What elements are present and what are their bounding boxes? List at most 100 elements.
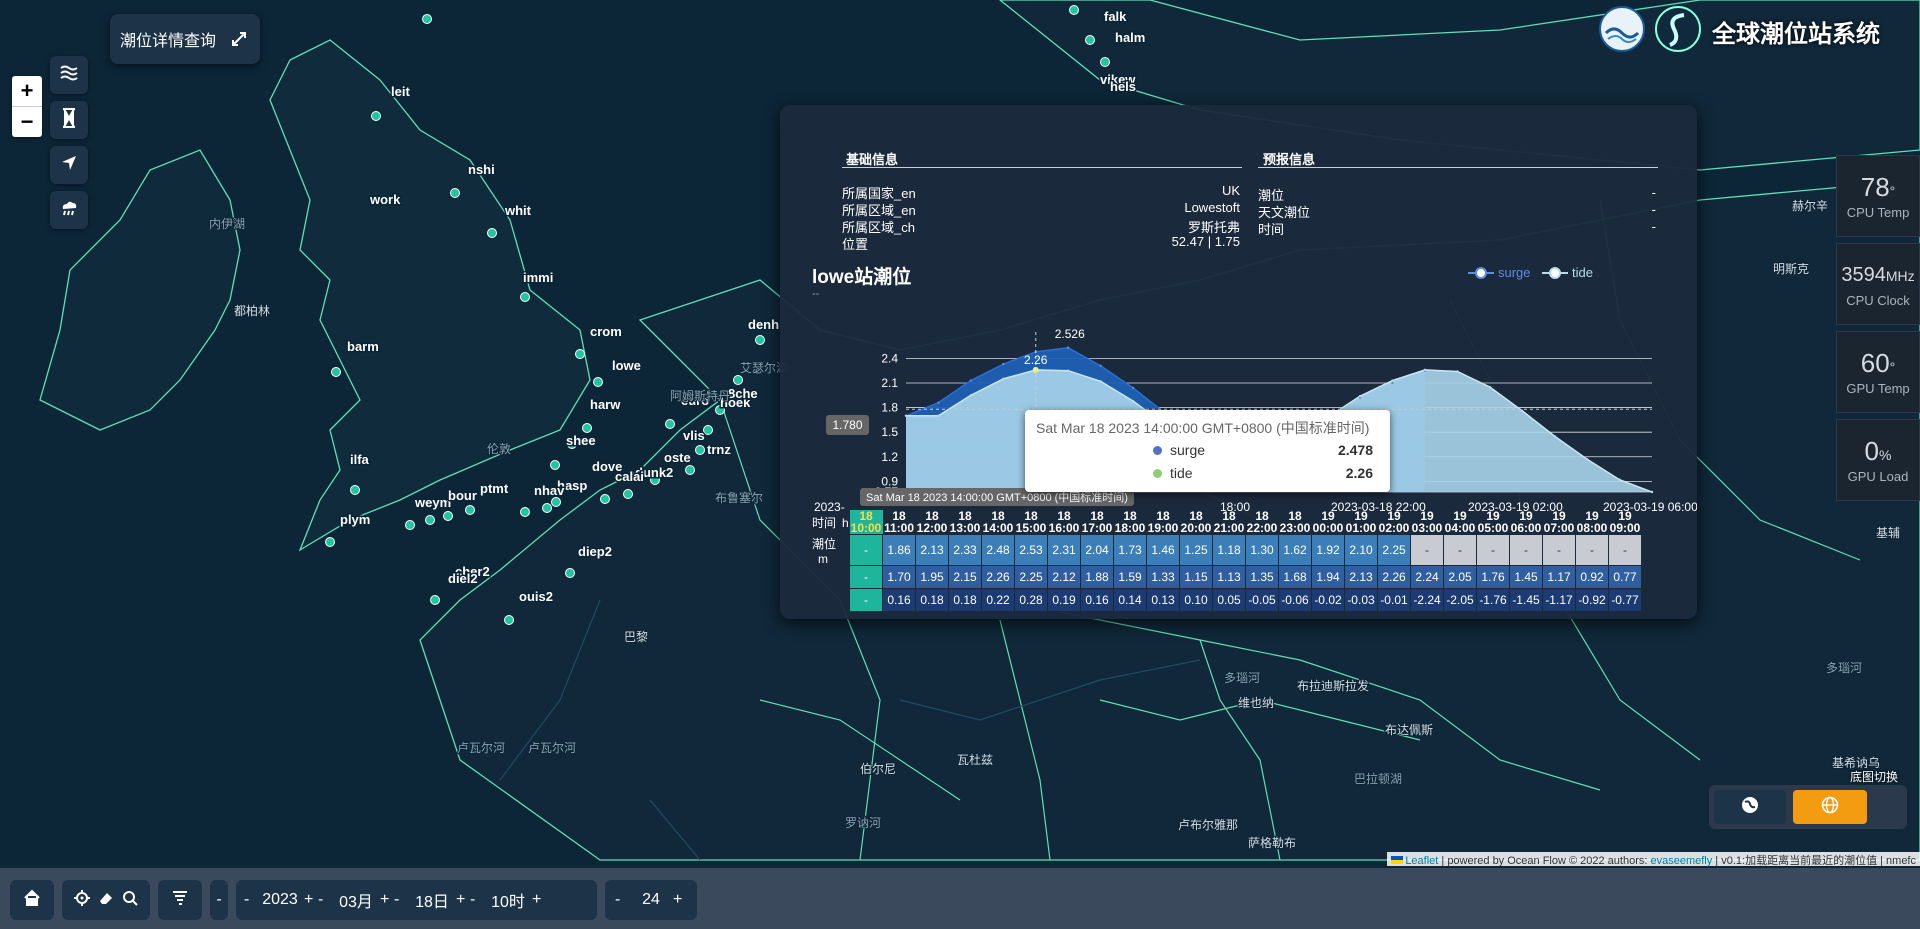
station-marker[interactable] [1100,57,1110,67]
station-marker[interactable] [425,515,435,525]
station-marker[interactable] [593,377,603,387]
station-marker[interactable] [1069,5,1079,15]
station-popup[interactable]: 基础信息 预报信息 所属国家_en UK 所属区域_en Lowestoft 所… [780,105,1697,619]
station-marker[interactable] [371,111,381,121]
hour-label: 02:00 [1378,521,1410,535]
month-minus-button[interactable]: - [318,891,332,909]
monitor-label: GPU Temp [1846,380,1910,396]
station-marker[interactable] [430,595,440,605]
eraser-icon[interactable] [98,890,114,911]
station-marker[interactable] [520,507,530,517]
station-marker[interactable] [755,335,765,345]
zoom-search-icon[interactable] [122,890,138,911]
hour-value[interactable]: 10时 [484,888,532,912]
legend-tide[interactable]: tide [1542,265,1593,280]
tide-value-cell: 2.25 [1014,565,1048,589]
tide-value-cell: 0.92 [1575,565,1609,589]
month-plus-button[interactable]: + [380,891,394,909]
range-plus-button[interactable]: + [673,891,687,909]
station-marker[interactable] [695,445,705,455]
brand: 全球潮位站系统 [1598,5,1880,56]
tide-value-cell: - [1476,534,1510,566]
monitor-label: CPU Temp [1846,204,1910,220]
tide-value-row: -0.16 0.18 0.18 0.22 0.28 0.19 0.16 0.14 0.13 0.1… [812,588,1642,612]
station-marker[interactable] [487,228,497,238]
tide-value-cell: 1.76 [1476,565,1510,589]
station-marker[interactable] [504,615,514,625]
station-marker[interactable] [331,367,341,377]
range-minus-button[interactable]: - [615,891,629,909]
time-header-cell: 19 01:00 [1345,510,1378,535]
y-tick-label: 2.4 [881,351,898,365]
station-marker[interactable] [405,520,415,530]
year-minus-button[interactable]: - [244,891,256,909]
station-marker[interactable] [443,511,453,521]
station-marker[interactable] [733,375,743,385]
hour-label: 11:00 [883,521,915,535]
station-marker[interactable] [575,349,585,359]
author-link[interactable]: evaseemefly [1650,855,1712,867]
station-label: shee [566,433,596,448]
station-marker[interactable] [325,537,335,547]
station-marker[interactable] [450,188,460,198]
basic-value: Lowestoft [1184,200,1240,215]
month-value[interactable]: 03月 [332,888,380,912]
time-button[interactable] [50,101,88,139]
range-value[interactable]: 24 [629,891,673,909]
series-point-tide [1553,435,1556,438]
zoom-out-button[interactable]: − [12,107,42,137]
zoom-in-button[interactable]: + [12,76,42,107]
year-plus-button[interactable]: + [304,891,318,909]
station-marker[interactable] [582,423,592,433]
home-icon [23,889,41,912]
locate-icon[interactable] [74,889,90,911]
time-header-cell: 18 18:00 [1114,510,1147,535]
monitor-value: 60 [1860,347,1890,378]
layers-button[interactable] [158,880,202,920]
station-label: vlis [683,428,705,443]
waves-icon [59,64,79,87]
station-marker[interactable] [551,497,561,507]
station-marker[interactable] [565,568,575,578]
station-marker[interactable] [550,460,560,470]
max-mark-label: 2.526 [1055,327,1085,341]
legend-label: surge [1498,265,1531,280]
place-label: 多瑙河 [1224,671,1260,685]
home-button[interactable] [10,880,54,920]
station-marker[interactable] [623,489,633,499]
station-marker[interactable] [520,292,530,302]
y-tick-label: 0.9 [881,474,898,488]
tide-value-cell: - [849,534,883,566]
day-value[interactable]: 18日 [408,888,456,912]
station-marker[interactable] [350,485,360,495]
expand-icon[interactable] [228,28,250,50]
year-value[interactable]: 2023 [256,891,304,909]
station-marker[interactable] [600,494,610,504]
station-marker[interactable] [422,14,432,24]
series-point-tide [1488,385,1492,389]
locate-button[interactable] [50,146,88,184]
basemap-option-globe-dark[interactable] [1714,790,1786,824]
legend-surge[interactable]: surge [1468,265,1531,280]
station-marker[interactable] [665,419,675,429]
day-plus-button[interactable]: + [456,891,470,909]
hour-label: 23:00 [1279,521,1311,535]
station-label: plym [340,512,370,527]
station-marker[interactable] [1085,35,1095,45]
hour-minus-button[interactable]: - [470,891,484,909]
time-decrement-button[interactable]: - [210,880,228,920]
day-minus-button[interactable]: - [394,891,408,909]
station-marker[interactable] [703,425,713,435]
leaflet-link[interactable]: Leaflet [1405,855,1438,867]
place-label: 都柏林 [234,303,270,318]
weather-button[interactable] [50,191,88,229]
hours-range-control: - 24 + [605,880,697,920]
basemap-option-globe[interactable] [1793,790,1867,824]
station-marker[interactable] [465,505,475,515]
station-marker[interactable] [685,465,695,475]
tide-detail-query-box[interactable]: 潮位详情查询 [110,14,260,64]
tide-layer-button[interactable] [50,56,88,94]
hour-plus-button[interactable]: + [532,891,546,909]
station-marker[interactable] [542,503,552,513]
tide-value-cell: - [1575,534,1609,566]
